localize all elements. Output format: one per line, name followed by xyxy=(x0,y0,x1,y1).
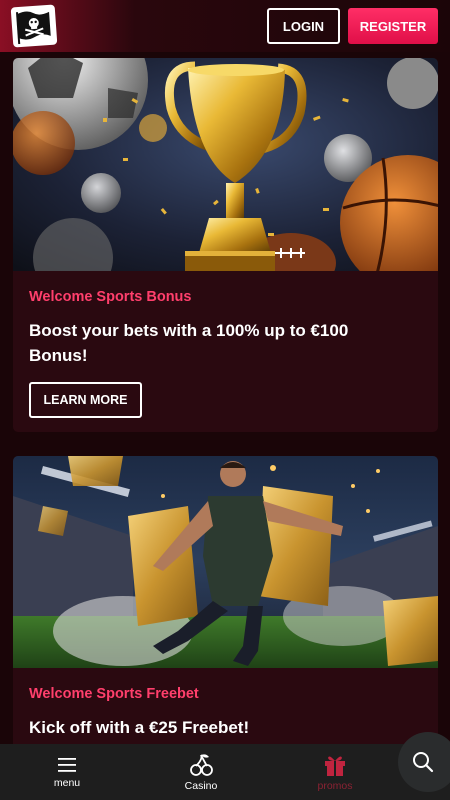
nav-item-menu[interactable]: menu xyxy=(0,744,134,800)
pirate-flag-logo[interactable] xyxy=(10,4,58,48)
promo-card-sports-bonus: Welcome Sports Bonus Boost your bets wit… xyxy=(13,58,438,432)
search-button[interactable] xyxy=(398,732,450,792)
cherries-icon xyxy=(190,753,213,776)
top-header: LOGIN REGISTER xyxy=(0,0,450,52)
promo-kicker: Welcome Sports Bonus xyxy=(29,289,192,305)
promo-image-soccer-player xyxy=(13,456,438,668)
pirate-flag-icon xyxy=(15,11,51,45)
search-icon xyxy=(413,752,434,773)
promo-title: Boost your bets with a 100% up to €100 B… xyxy=(29,321,349,365)
nav-label: Casino xyxy=(184,779,218,792)
hamburger-menu-icon xyxy=(58,757,76,772)
promo-feed[interactable]: Welcome Sports Bonus Boost your bets wit… xyxy=(0,52,450,744)
nav-item-casino[interactable]: Casino xyxy=(134,744,268,800)
learn-more-button[interactable]: LEARN MORE xyxy=(29,382,142,418)
nav-item-promos[interactable]: promos xyxy=(268,744,402,800)
bottom-navigation: menu Casino promos xyxy=(0,732,450,800)
gift-icon xyxy=(325,756,345,776)
nav-label: promos xyxy=(317,779,353,792)
promo-title: Kick off with a €25 Freebet! xyxy=(29,718,250,737)
register-button[interactable]: REGISTER xyxy=(348,8,438,44)
promo-image-trophy xyxy=(13,58,438,271)
promo-kicker: Welcome Sports Freebet xyxy=(29,686,199,702)
promo-card-sports-freebet: Welcome Sports Freebet Kick off with a €… xyxy=(13,456,438,744)
login-button[interactable]: LOGIN xyxy=(267,8,340,44)
nav-label: menu xyxy=(53,776,81,789)
